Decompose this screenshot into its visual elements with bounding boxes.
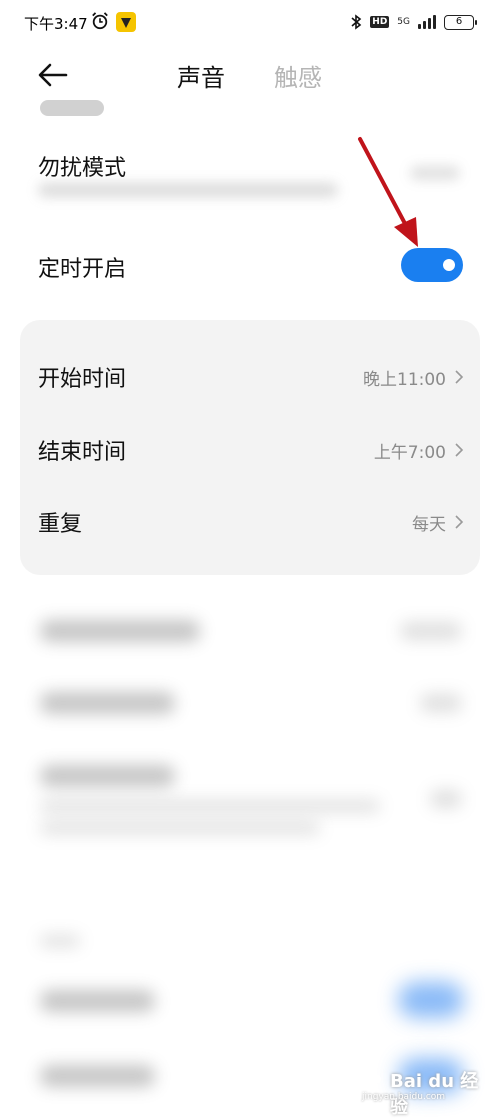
- blurred-row-value: [400, 622, 462, 640]
- toggle-knob: [443, 259, 455, 271]
- end-time-item[interactable]: 结束时间 上午7:00: [38, 430, 464, 470]
- blurred-row-value: [420, 694, 462, 712]
- end-time-value: 上午7:00: [373, 442, 446, 463]
- tab-sound[interactable]: 声音: [177, 58, 225, 93]
- annotation-arrow-icon: [358, 137, 418, 247]
- blurred-row-label: [40, 620, 200, 642]
- repeat-value: 每天: [412, 514, 446, 535]
- signal-icon: [418, 15, 436, 29]
- start-time-value: 晚上11:00: [363, 369, 446, 390]
- blurred-row-label: [40, 1065, 155, 1087]
- chevron-right-icon: [455, 443, 464, 457]
- blurred-row-value: [430, 790, 462, 808]
- hd-badge: HD: [370, 16, 390, 28]
- baidu-watermark: Bai du 经验 jingyan.baidu.com: [310, 1062, 480, 1118]
- bluetooth-icon: [351, 14, 362, 30]
- chevron-right-icon: [455, 515, 464, 529]
- network-type: 5G: [397, 16, 410, 27]
- scheduled-label: 定时开启: [38, 257, 127, 282]
- blurred-section-header: [40, 935, 80, 947]
- dnd-label: 勿扰模式: [38, 156, 127, 181]
- blurred-dnd-description: [38, 183, 338, 197]
- status-right-icons: HD 5G 6: [350, 12, 477, 32]
- blurred-row-description: [40, 800, 380, 812]
- blurred-row-label: [40, 765, 175, 787]
- start-time-label: 开始时间: [38, 367, 127, 392]
- blurred-row-label: [40, 990, 155, 1012]
- watermark-url: jingyan.baidu.com: [362, 1092, 446, 1102]
- alarm-clock-icon: [92, 12, 108, 30]
- blurred-section-header: [40, 100, 104, 116]
- battery-icon: 6: [444, 14, 477, 30]
- blurred-row-label: [40, 692, 175, 714]
- status-bar: 下午3:47 HD 5G 6: [0, 0, 500, 46]
- app-notification-icon: [116, 12, 136, 32]
- blurred-toggle: [398, 982, 464, 1018]
- repeat-label: 重复: [38, 512, 83, 537]
- blurred-row-description: [40, 822, 320, 834]
- tab-haptics[interactable]: 触感: [274, 58, 322, 93]
- header: 声音 触感: [0, 46, 500, 106]
- back-arrow-icon[interactable]: [36, 60, 70, 90]
- scheduled-row: 定时开启: [38, 251, 462, 283]
- repeat-item[interactable]: 重复 每天: [38, 502, 464, 542]
- end-time-label: 结束时间: [38, 440, 127, 465]
- scheduled-toggle[interactable]: [401, 248, 463, 282]
- start-time-item[interactable]: 开始时间 晚上11:00: [38, 357, 464, 397]
- chevron-right-icon: [455, 370, 464, 384]
- status-time: 下午3:47: [24, 15, 88, 33]
- schedule-card: 开始时间 晚上11:00 结束时间 上午7:00 重复 每天: [20, 320, 480, 575]
